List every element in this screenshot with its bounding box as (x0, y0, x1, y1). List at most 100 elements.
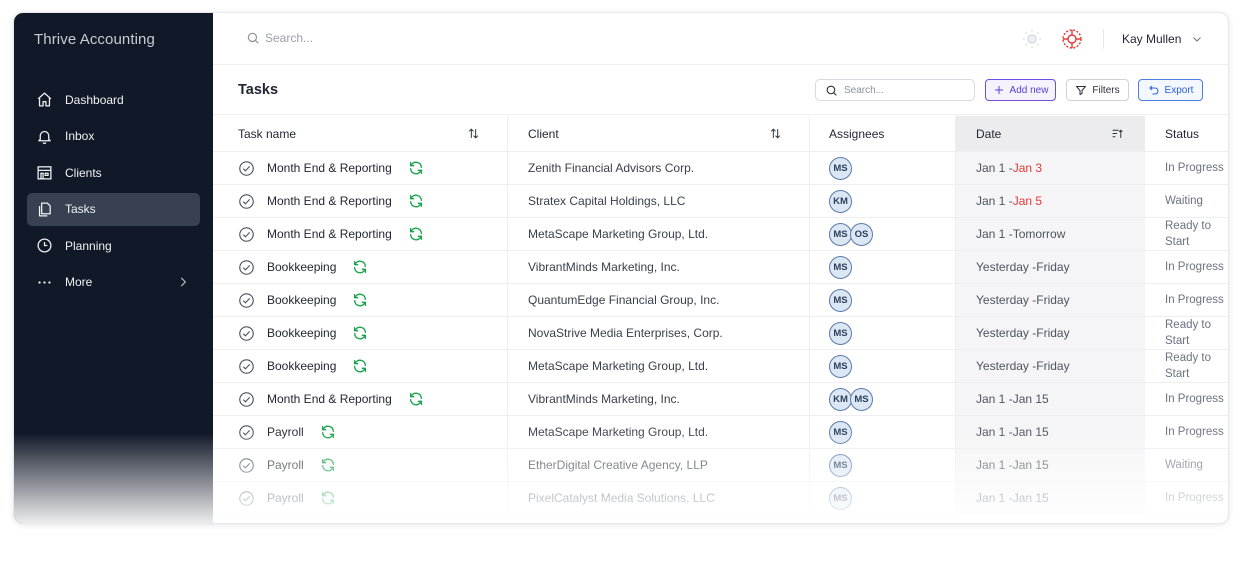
date-cell[interactable]: Jan 1 - Jan 5 (956, 185, 1145, 217)
sidebar-item-tasks[interactable]: Tasks (27, 192, 200, 226)
avatar[interactable]: KM (829, 189, 852, 213)
date-cell[interactable]: Jan 1 - Jan 3 (956, 152, 1145, 184)
column-header-task-name[interactable]: Task name (213, 116, 508, 151)
task-search-input[interactable]: Search... (815, 79, 975, 101)
sort-icon[interactable] (769, 127, 782, 140)
status-cell[interactable]: Waiting (1145, 185, 1228, 217)
client-cell[interactable]: VibrantMinds Marketing, Inc. (508, 251, 810, 283)
sort-icon[interactable] (467, 127, 480, 140)
check-circle-icon[interactable] (238, 226, 255, 243)
check-circle-icon[interactable] (238, 457, 255, 474)
filters-button[interactable]: Filters (1066, 79, 1129, 101)
table-row[interactable]: Month End & Reporting MetaScape Marketin… (213, 218, 1228, 251)
status-cell[interactable]: In Progress (1145, 251, 1228, 283)
task-name[interactable]: Month End & Reporting (267, 194, 392, 208)
client-cell[interactable]: PixelCatalyst Media Solutions, LLC (508, 482, 810, 514)
task-name[interactable]: Month End & Reporting (267, 161, 392, 175)
add-new-button[interactable]: Add new (985, 79, 1056, 101)
date-cell[interactable]: Yesterday - Friday (956, 251, 1145, 283)
table-row[interactable]: Payroll MetaScape Marketing Group, Ltd. … (213, 416, 1228, 449)
client-cell[interactable]: Zenith Financial Advisors Corp. (508, 152, 810, 184)
status-cell[interactable]: In Progress (1145, 482, 1228, 514)
client-cell[interactable]: NovaStrive Media Enterprises, Corp. (508, 317, 810, 349)
status-cell[interactable]: Waiting (1145, 449, 1228, 481)
date-cell[interactable]: Yesterday - Friday (956, 317, 1145, 349)
avatar[interactable]: MS (829, 420, 852, 444)
sidebar-item-dashboard[interactable]: Dashboard (27, 83, 200, 116)
date-cell[interactable]: Jan 1 - Jan 15 (956, 482, 1145, 514)
check-circle-icon[interactable] (238, 490, 255, 507)
date-cell[interactable]: Jan 1 - Jan 15 (956, 449, 1145, 481)
check-circle-icon[interactable] (238, 424, 255, 441)
avatar[interactable]: KM (829, 387, 852, 411)
table-row[interactable]: Payroll EtherDigital Creative Agency, LL… (213, 449, 1228, 482)
user-menu[interactable]: Kay Mullen (1122, 32, 1203, 46)
table-row[interactable]: Month End & Reporting Stratex Capital Ho… (213, 185, 1228, 218)
table-row[interactable]: Month End & Reporting Zenith Financial A… (213, 152, 1228, 185)
date-cell[interactable]: Jan 1 - Jan 15 (956, 416, 1145, 448)
client-cell[interactable]: EtherDigital Creative Agency, LLP (508, 449, 810, 481)
client-cell[interactable]: Stratex Capital Holdings, LLC (508, 185, 810, 217)
client-cell[interactable]: VibrantMinds Marketing, Inc. (508, 383, 810, 415)
task-name[interactable]: Bookkeeping (267, 326, 336, 340)
avatar[interactable]: OS (850, 222, 873, 246)
avatar[interactable]: MS (829, 222, 852, 246)
client-cell[interactable]: MetaScape Marketing Group, Ltd. (508, 416, 810, 448)
date-cell[interactable]: Yesterday - Friday (956, 284, 1145, 316)
status-cell[interactable]: Ready to Start (1145, 317, 1228, 349)
export-button[interactable]: Export (1138, 79, 1203, 101)
check-circle-icon[interactable] (238, 358, 255, 375)
avatar[interactable]: MS (829, 453, 852, 477)
status-cell[interactable]: In Progress (1145, 152, 1228, 184)
check-circle-icon[interactable] (238, 193, 255, 210)
status-cell[interactable]: Ready to Start (1145, 218, 1228, 250)
status-cell[interactable]: Ready to Start (1145, 350, 1228, 382)
avatar[interactable]: MS (850, 387, 873, 411)
check-circle-icon[interactable] (238, 391, 255, 408)
sort-descending-icon[interactable] (1111, 127, 1124, 140)
avatar[interactable]: MS (829, 288, 852, 312)
check-circle-icon[interactable] (238, 325, 255, 342)
status-cell[interactable]: In Progress (1145, 416, 1228, 448)
sidebar-item-more[interactable]: More (27, 266, 200, 299)
table-row[interactable]: Bookkeeping MetaScape Marketing Group, L… (213, 350, 1228, 383)
client-cell[interactable]: MetaScape Marketing Group, Ltd. (508, 350, 810, 382)
client-cell[interactable]: MetaScape Marketing Group, Ltd. (508, 218, 810, 250)
status-cell[interactable]: In Progress (1145, 284, 1228, 316)
date-cell[interactable]: Jan 1 - Jan 15 (956, 383, 1145, 415)
table-row[interactable]: Payroll PixelCatalyst Media Solutions, L… (213, 482, 1228, 515)
sidebar-item-clients[interactable]: Clients (27, 156, 200, 189)
column-header-status[interactable]: Status (1145, 116, 1228, 151)
avatar[interactable]: MS (829, 255, 852, 279)
column-header-client[interactable]: Client (508, 116, 810, 151)
table-row[interactable]: Bookkeeping NovaStrive Media Enterprises… (213, 317, 1228, 350)
status-cell[interactable]: In Progress (1145, 383, 1228, 415)
task-name[interactable]: Payroll (267, 425, 304, 439)
check-circle-icon[interactable] (238, 160, 255, 177)
task-name[interactable]: Bookkeeping (267, 293, 336, 307)
avatar[interactable]: MS (829, 156, 852, 180)
sidebar-item-planning[interactable]: Planning (27, 229, 200, 262)
task-name[interactable]: Bookkeeping (267, 359, 336, 373)
theme-toggle-icon[interactable] (1021, 28, 1043, 50)
table-row[interactable]: Bookkeeping QuantumEdge Financial Group,… (213, 284, 1228, 317)
sidebar-item-inbox[interactable]: Inbox (27, 120, 200, 153)
date-cell[interactable]: Jan 1 - Tomorrow (956, 218, 1145, 250)
avatar[interactable]: MS (829, 486, 852, 510)
client-cell[interactable]: QuantumEdge Financial Group, Inc. (508, 284, 810, 316)
check-circle-icon[interactable] (238, 259, 255, 276)
avatar[interactable]: MS (829, 354, 852, 378)
task-name[interactable]: Bookkeeping (267, 260, 336, 274)
task-name[interactable]: Payroll (267, 491, 304, 505)
task-name[interactable]: Month End & Reporting (267, 392, 392, 406)
date-cell[interactable]: Yesterday - Friday (956, 350, 1145, 382)
task-name[interactable]: Payroll (267, 458, 304, 472)
table-row[interactable]: Month End & Reporting VibrantMinds Marke… (213, 383, 1228, 416)
table-row[interactable]: Bookkeeping VibrantMinds Marketing, Inc.… (213, 251, 1228, 284)
check-circle-icon[interactable] (238, 292, 255, 309)
global-search-input[interactable]: Search... (246, 31, 313, 45)
help-icon[interactable] (1060, 27, 1084, 51)
column-header-date[interactable]: Date (956, 116, 1145, 151)
task-name[interactable]: Month End & Reporting (267, 227, 392, 241)
column-header-assignees[interactable]: Assignees (810, 116, 956, 151)
